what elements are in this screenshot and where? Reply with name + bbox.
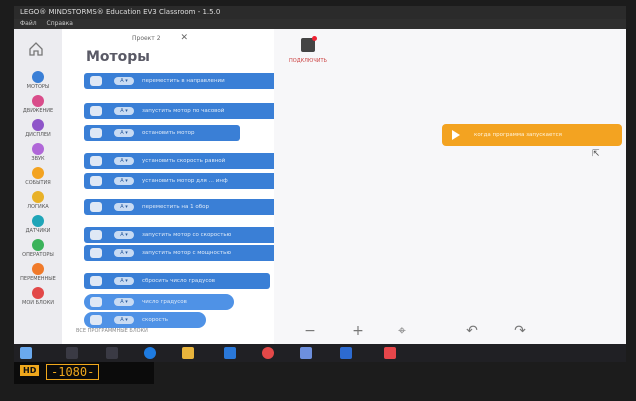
port-selector[interactable]: A ▾ xyxy=(114,129,134,137)
category-dot-icon xyxy=(32,215,44,227)
play-icon xyxy=(452,130,460,140)
motor-icon xyxy=(90,248,102,258)
motor-icon xyxy=(90,156,102,166)
windows-icon[interactable] xyxy=(20,347,32,359)
ev3-brick-icon xyxy=(301,36,317,52)
connect-button[interactable]: ПОДКЛЮЧИТЬ xyxy=(288,36,328,64)
motor-block[interactable]: A ▾ установить мотор для … инф xyxy=(84,173,280,189)
category-dot-icon xyxy=(32,191,44,203)
mouse-cursor-icon: ⇱ xyxy=(592,149,600,159)
category-sidebar: МОТОРЫ ДВИЖЕНИЕ ДИСПЛЕИ ЗВУК СОБЫТИЯ ЛОГ… xyxy=(14,29,62,344)
explorer-icon[interactable] xyxy=(182,347,194,359)
port-selector[interactable]: A ▾ xyxy=(114,277,134,285)
mail-icon[interactable] xyxy=(224,347,236,359)
motor-reporter-block[interactable]: A ▾ число градусов xyxy=(84,294,234,310)
category-motors[interactable]: МОТОРЫ xyxy=(14,71,62,90)
center-button[interactable]: ⌖ xyxy=(392,321,412,341)
yandex-icon[interactable] xyxy=(262,347,274,359)
category-dot-icon xyxy=(32,95,44,107)
motor-block[interactable]: A ▾ остановить мотор xyxy=(84,125,240,141)
project-tab[interactable]: Проект 2 ✕ xyxy=(132,33,188,43)
port-selector[interactable]: A ▾ xyxy=(114,77,134,85)
block-palette: Проект 2 ✕ Моторы A ▾ переместить в направ… xyxy=(62,29,318,344)
ev3-icon[interactable] xyxy=(384,347,396,359)
category-sensors[interactable]: ДАТЧИКИ xyxy=(14,215,62,234)
port-selector[interactable]: A ▾ xyxy=(114,298,134,306)
zoom-out-button[interactable]: − xyxy=(300,321,320,341)
motor-block[interactable]: A ▾ переместить на 1 обор xyxy=(84,199,280,215)
programming-canvas[interactable]: ПОДКЛЮЧИТЬ когда программа запускается ⇱… xyxy=(274,29,626,344)
motor-block[interactable]: A ▾ установить скорость равной xyxy=(84,153,280,169)
motor-icon xyxy=(90,202,102,212)
taskview-icon[interactable] xyxy=(106,347,118,359)
port-selector[interactable]: A ▾ xyxy=(114,249,134,257)
category-control[interactable]: ЛОГИКА xyxy=(14,191,62,210)
category-dot-icon xyxy=(32,119,44,131)
edge-icon[interactable] xyxy=(144,347,156,359)
category-my-blocks[interactable]: МОИ БЛОКИ xyxy=(14,287,62,306)
category-sound[interactable]: ЗВУК xyxy=(14,143,62,162)
menu-help[interactable]: Справка xyxy=(47,20,73,27)
display-tag: НD xyxy=(20,365,40,376)
close-icon[interactable]: ✕ xyxy=(181,33,189,43)
motor-icon xyxy=(90,106,102,116)
category-movement[interactable]: ДВИЖЕНИЕ xyxy=(14,95,62,114)
motor-block[interactable]: A ▾ запустить мотор с мощностью xyxy=(84,245,280,261)
window-title: LEGO® MINDSTORMS® Education EV3 Classroo… xyxy=(14,6,626,19)
category-dot-icon xyxy=(32,167,44,179)
downloads-icon[interactable] xyxy=(300,347,312,359)
category-dot-icon xyxy=(32,143,44,155)
port-selector[interactable]: A ▾ xyxy=(114,107,134,115)
windows-taskbar xyxy=(14,344,626,362)
start-program-block[interactable]: когда программа запускается xyxy=(442,124,622,146)
category-events[interactable]: СОБЫТИЯ xyxy=(14,167,62,186)
app-window: LEGO® MINDSTORMS® Education EV3 Classroo… xyxy=(14,6,626,344)
category-display[interactable]: ДИСПЛЕИ xyxy=(14,119,62,138)
motor-icon xyxy=(90,297,102,307)
motor-block[interactable]: A ▾ запустить мотор со скоростью xyxy=(84,227,280,243)
search-icon[interactable] xyxy=(66,347,78,359)
palette-title: Моторы xyxy=(86,49,150,65)
motor-block[interactable]: A ▾ запустить мотор по часовой xyxy=(84,103,294,119)
motor-block[interactable]: A ▾ сбросить число градусов xyxy=(84,273,270,289)
undo-button[interactable]: ↶ xyxy=(462,321,482,341)
category-dot-icon xyxy=(32,71,44,83)
port-selector[interactable]: A ▾ xyxy=(114,157,134,165)
display-value: -1080- xyxy=(46,364,100,380)
motor-icon xyxy=(90,128,102,138)
canvas-toolbar: − + ⌖ ↶ ↷ xyxy=(274,321,626,341)
led-display: НD -1080- xyxy=(14,362,154,384)
port-selector[interactable]: A ▾ xyxy=(114,203,134,211)
category-dot-icon xyxy=(32,263,44,275)
category-variables[interactable]: ПЕРЕМЕННЫЕ xyxy=(14,263,62,282)
zoom-in-button[interactable]: + xyxy=(348,321,368,341)
motor-icon xyxy=(90,276,102,286)
category-dot-icon xyxy=(32,239,44,251)
menu-file[interactable]: Файл xyxy=(20,20,37,27)
port-selector[interactable]: A ▾ xyxy=(114,231,134,239)
port-selector[interactable]: A ▾ xyxy=(114,177,134,185)
store-icon[interactable] xyxy=(340,347,352,359)
motor-icon xyxy=(90,176,102,186)
motor-icon xyxy=(90,76,102,86)
home-icon[interactable] xyxy=(28,41,44,57)
redo-button[interactable]: ↷ xyxy=(510,321,530,341)
category-dot-icon xyxy=(32,287,44,299)
motor-icon xyxy=(90,230,102,240)
category-operators[interactable]: ОПЕРАТОРЫ xyxy=(14,239,62,258)
menu-bar: Файл Справка xyxy=(14,19,626,29)
all-blocks-toggle[interactable]: ВСЕ ПРОГРАММНЫЕ БЛОКИ xyxy=(62,322,274,340)
